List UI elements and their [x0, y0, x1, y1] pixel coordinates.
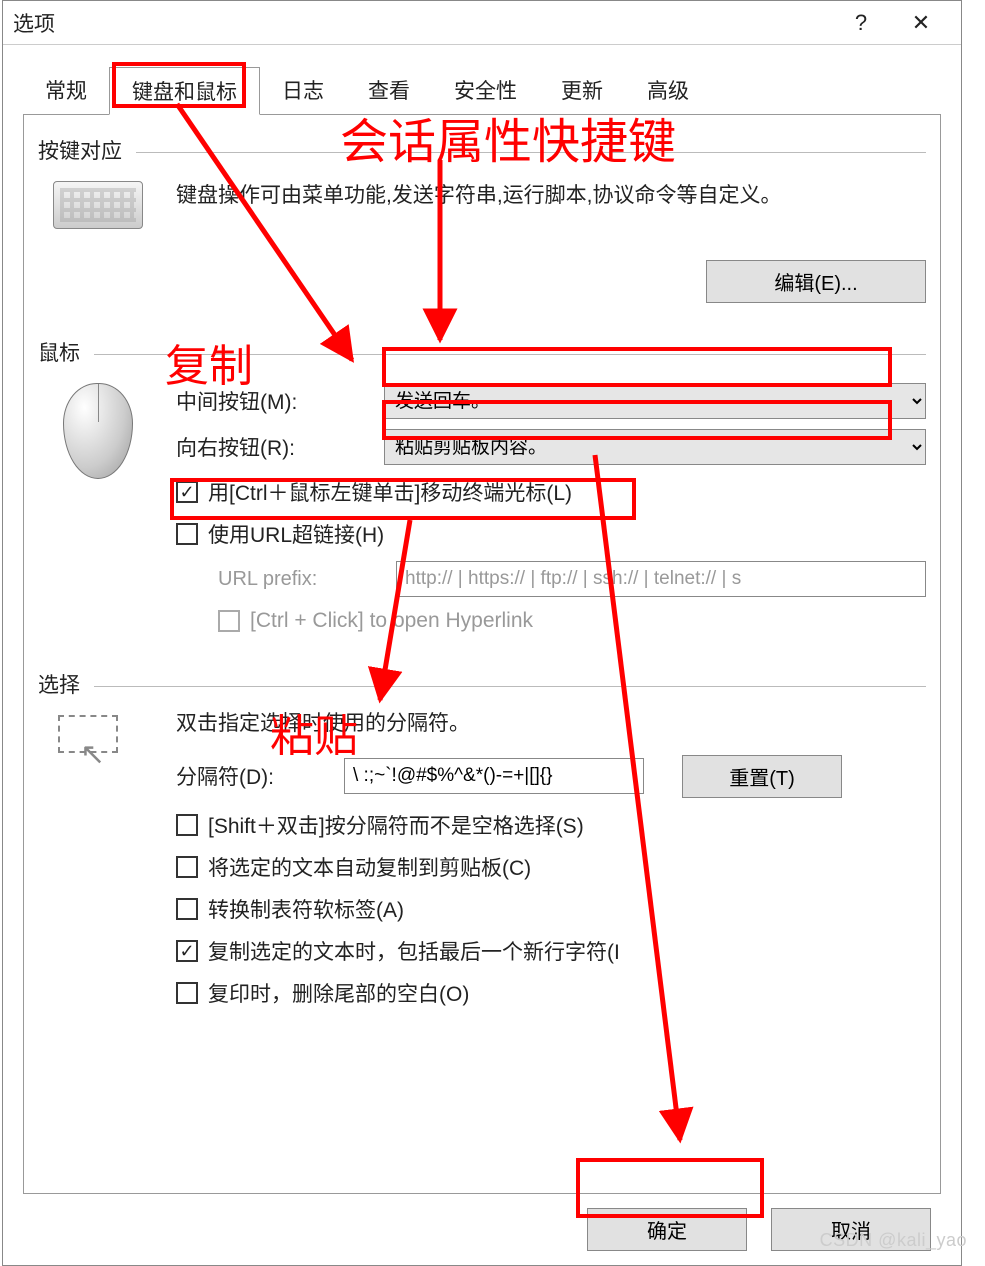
rule [94, 354, 926, 355]
trim-trailing-label: 复印时，删除尾部的空白(O) [208, 978, 469, 1008]
url-hyperlink-checkbox[interactable] [176, 523, 198, 545]
titlebar: 选项 ? ✕ [3, 1, 961, 45]
middle-button-select[interactable]: 发送回车。 [384, 383, 926, 419]
right-button-select[interactable]: 粘贴剪贴板内容。 [384, 429, 926, 465]
reset-delim-button[interactable]: 重置(T) [682, 755, 842, 798]
tab-panel: 按键对应 键盘操作可由菜单功能,发送字符串,运行脚本,协议命令等自定义。 编辑(… [23, 114, 941, 1194]
mouse-icon [38, 373, 158, 645]
trim-trailing-checkbox[interactable] [176, 982, 198, 1004]
ctrl-click-open-label: [Ctrl + Click] to open Hyperlink [250, 609, 533, 633]
ctrl-click-open-checkbox [218, 610, 240, 632]
ok-button[interactable]: 确定 [587, 1208, 747, 1251]
section-keymap-header: 按键对应 [38, 135, 926, 165]
ctrl-click-move-label: 用[Ctrl＋鼠标左键单击]移动终端光标(L) [208, 477, 572, 507]
help-button[interactable]: ? [831, 1, 891, 45]
section-select-label: 选择 [38, 669, 80, 699]
tab-log[interactable]: 日志 [260, 67, 346, 114]
tab-view[interactable]: 查看 [346, 67, 432, 114]
url-hyperlink-label: 使用URL超链接(H) [208, 519, 384, 549]
delim-input[interactable] [344, 758, 644, 794]
shift-dblclick-checkbox[interactable] [176, 814, 198, 836]
edit-keymap-button[interactable]: 编辑(E)... [706, 260, 926, 303]
copy-newline-checkbox[interactable]: ✓ [176, 940, 198, 962]
options-dialog: 选项 ? ✕ 常规 键盘和鼠标 日志 查看 安全性 更新 高级 按键对应 键盘操… [2, 0, 962, 1266]
tab-keyboard-mouse[interactable]: 键盘和鼠标 [109, 67, 260, 115]
tab-strip: 常规 键盘和鼠标 日志 查看 安全性 更新 高级 [3, 45, 961, 114]
window-title: 选项 [13, 8, 831, 38]
section-select-header: 选择 [38, 669, 926, 699]
rule [136, 152, 926, 153]
middle-button-label: 中间按钮(M): [176, 386, 366, 416]
close-button[interactable]: ✕ [891, 1, 951, 45]
tab-update[interactable]: 更新 [539, 67, 625, 114]
section-mouse-label: 鼠标 [38, 337, 80, 367]
tab-security[interactable]: 安全性 [432, 67, 539, 114]
tab-advanced[interactable]: 高级 [625, 67, 711, 114]
keymap-desc: 键盘操作可由菜单功能,发送字符串,运行脚本,协议命令等自定义。 [176, 181, 926, 210]
keyboard-icon [38, 171, 158, 313]
url-prefix-input [396, 561, 926, 597]
copy-newline-label: 复制选定的文本时，包括最后一个新行字符(I [208, 936, 620, 966]
section-keymap-label: 按键对应 [38, 135, 122, 165]
delim-label: 分隔符(D): [176, 761, 326, 791]
rule [94, 686, 926, 687]
shift-dblclick-label: [Shift＋双击]按分隔符而不是空格选择(S) [208, 810, 584, 840]
tab-soft-checkbox[interactable] [176, 898, 198, 920]
ctrl-click-move-checkbox[interactable]: ✓ [176, 481, 198, 503]
dialog-footer: 确定 取消 [3, 1194, 961, 1251]
right-button-label: 向右按钮(R): [176, 432, 366, 462]
select-desc: 双击指定选择时使用的分隔符。 [176, 709, 926, 738]
watermark: CSDN @kali_yao [820, 1230, 967, 1251]
tab-soft-label: 转换制表符软标签(A) [208, 894, 404, 924]
tab-general[interactable]: 常规 [23, 67, 109, 114]
section-mouse-header: 鼠标 [38, 337, 926, 367]
url-prefix-label: URL prefix: [218, 568, 378, 591]
selection-icon: ↖ [38, 705, 158, 1019]
auto-copy-label: 将选定的文本自动复制到剪贴板(C) [208, 852, 531, 882]
auto-copy-checkbox[interactable] [176, 856, 198, 878]
